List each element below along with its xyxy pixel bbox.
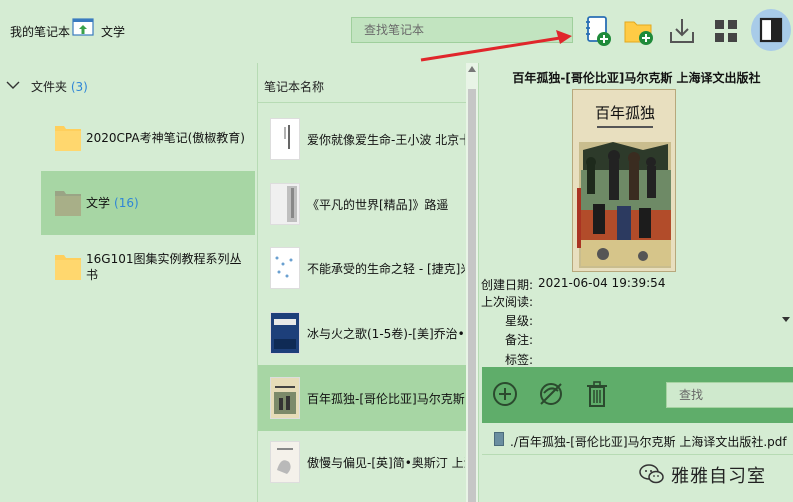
notebook-upload-icon (72, 17, 94, 39)
notebook-list-scrollbar[interactable] (466, 63, 478, 502)
notebook-title: 百年孤独-[哥伦比亚]马尔克斯 (307, 391, 465, 406)
watermark: 雅雅自习室 (639, 459, 793, 491)
notebook-title: 爱你就像爱生命-王小波 北京十 (307, 132, 465, 147)
detail-title: 百年孤独-[哥伦比亚]马尔克斯 上海译文出版社 (512, 71, 761, 85)
toggle-panel-icon (759, 17, 783, 43)
created-date-label: 创建日期: (481, 278, 534, 292)
notebook-row[interactable]: 傲慢与偏见-[英]简•奥斯汀 上海 (258, 429, 466, 495)
book-thumbnail (270, 118, 300, 160)
toggle-panel-button[interactable] (751, 9, 791, 51)
notebook-search-input[interactable] (351, 17, 573, 43)
breadcrumb[interactable]: 文学 (101, 23, 125, 40)
created-date-value: 2021-06-04 19:39:54 (538, 276, 666, 290)
notebook-title: 傲慢与偏见-[英]简•奥斯汀 上海 (307, 455, 465, 470)
folder-item-16g101[interactable]: 16G101图集实例教程系列丛书 (41, 235, 255, 299)
book-thumbnail (270, 377, 300, 419)
notebook-detail-panel: 百年孤独-[哥伦比亚]马尔克斯 上海译文出版社 百年孤独 创建日期: 2021-… (478, 63, 793, 502)
rating-label: 星级: (504, 314, 533, 328)
add-folder-icon (624, 21, 653, 45)
folder-item-literature[interactable]: 文学 (16) (41, 171, 255, 235)
notebook-row[interactable]: 爱你就像爱生命-王小波 北京十 (258, 106, 466, 172)
file-name: ./百年孤独-[哥伦比亚]马尔克斯 上海译文出版社.pdf (510, 435, 787, 449)
notebook-row[interactable]: 不能承受的生命之轻 - [捷克]米 (258, 235, 466, 301)
app-title[interactable]: 我的笔记本 (10, 23, 70, 40)
notes-label: 备注: (504, 333, 533, 347)
notebook-title: 冰与火之歌(1-5卷)-[美]乔治•马 (307, 326, 465, 341)
book-thumbnail (270, 183, 300, 225)
column-header-name[interactable]: 笔记本名称 (258, 63, 466, 103)
wechat-icon (639, 463, 665, 485)
folder-root-label: 文件夹 (31, 80, 68, 94)
folder-count: (16) (114, 196, 139, 210)
scroll-up-icon[interactable] (468, 66, 476, 72)
folder-root-count: (3) (70, 80, 88, 94)
notebook-list-panel: 笔记本名称 爱你就像爱生命-王小波 北京十 《平凡的世界[精品]》路遥 不能承受… (257, 63, 478, 502)
folder-item-cpa[interactable]: 2020CPA考神笔记(傲椒教育) (41, 106, 255, 170)
new-notebook-button[interactable] (581, 14, 615, 48)
notebook-row[interactable]: 冰与火之歌(1-5卷)-[美]乔治•马 (258, 300, 466, 366)
book-thumbnail (270, 441, 300, 483)
unlink-icon[interactable] (536, 379, 566, 409)
notebook-title: 《平凡的世界[精品]》路遥 (307, 197, 449, 212)
add-file-icon[interactable] (490, 379, 520, 409)
folder-icon (54, 251, 82, 281)
grid-view-icon (715, 20, 737, 42)
folder-icon (54, 187, 82, 217)
new-notebook-icon (586, 16, 611, 46)
tags-label: 标签: (504, 353, 533, 367)
import-button[interactable] (665, 14, 699, 48)
scroll-thumb[interactable] (468, 89, 476, 502)
rating-dropdown-icon[interactable] (782, 317, 790, 322)
notebook-row[interactable]: 《平凡的世界[精品]》路遥 (258, 171, 466, 237)
grid-view-button[interactable] (709, 14, 743, 48)
top-bar: 我的笔记本 文学 (0, 0, 793, 62)
folder-root[interactable]: 文件夹 (3) (0, 75, 257, 97)
file-search-input[interactable] (666, 382, 793, 408)
folder-sidebar: 文件夹 (3) 2020CPA考神笔记(傲椒教育) 文学 (16) 16G101… (0, 63, 257, 502)
watermark-text: 雅雅自习室 (671, 466, 766, 487)
notebook-title: 不能承受的生命之轻 - [捷克]米 (307, 261, 465, 276)
folder-name: 16G101图集实例教程系列丛书 (86, 252, 242, 282)
trash-icon[interactable] (582, 379, 612, 409)
file-action-bar (482, 367, 793, 423)
folder-icon (54, 122, 82, 152)
file-row[interactable]: ./百年孤独-[哥伦比亚]马尔克斯 上海译文出版社.pdf (482, 425, 793, 455)
chevron-down-icon[interactable] (6, 78, 20, 95)
book-cover: 百年孤独 (572, 89, 676, 272)
folder-name: 文学 (86, 196, 111, 210)
import-icon (670, 19, 694, 43)
add-folder-button[interactable] (622, 14, 656, 48)
pdf-file-icon (494, 432, 504, 446)
cover-title: 百年孤独 (595, 104, 655, 122)
book-thumbnail (270, 312, 300, 354)
folder-name: 2020CPA考神笔记(傲椒教育) (86, 131, 245, 145)
notebook-row-selected[interactable]: 百年孤独-[哥伦比亚]马尔克斯 (258, 365, 466, 431)
last-read-label: 上次阅读: (481, 295, 534, 309)
book-thumbnail (270, 247, 300, 289)
